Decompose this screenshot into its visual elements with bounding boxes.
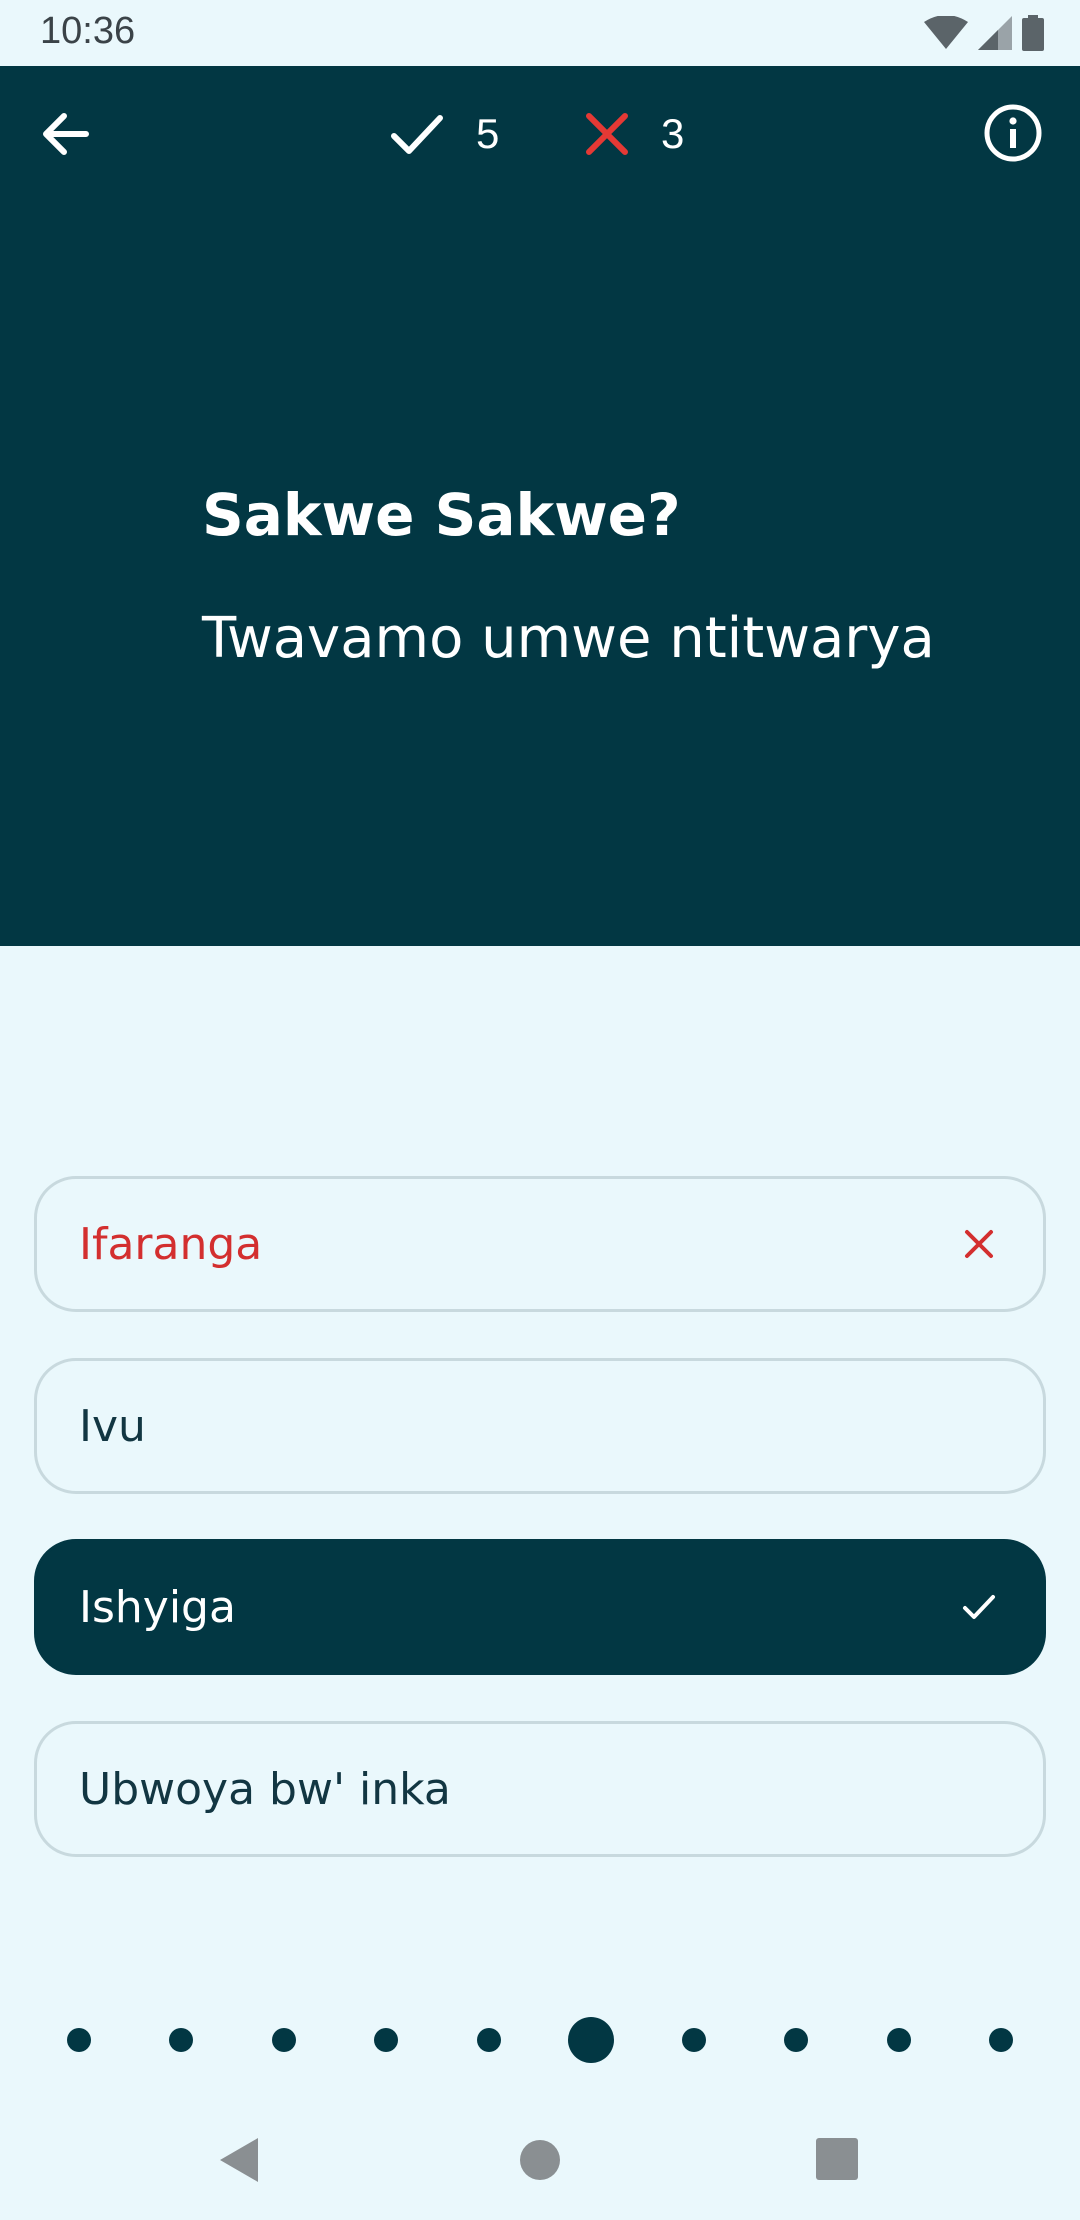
- signal-icon: [978, 16, 1012, 50]
- progress-dot: [374, 2028, 399, 2052]
- progress-dot: [476, 2028, 501, 2052]
- nav-home-button[interactable]: [510, 2130, 570, 2190]
- checkmark-icon: [391, 115, 443, 154]
- question-title: Sakwe Sakwe?: [202, 481, 681, 549]
- progress-dot-active: [568, 2017, 615, 2063]
- nav-back-icon: [220, 2138, 258, 2182]
- progress-dot: [989, 2028, 1013, 2052]
- quiz-header: 5 3 Sakwe Sakwe? Twavamo umwe ntitwarya: [0, 66, 1080, 946]
- battery-icon: [1022, 15, 1044, 51]
- option-label: Ivu: [79, 1400, 146, 1452]
- option-ivu[interactable]: Ivu: [34, 1358, 1046, 1494]
- option-ishyiga[interactable]: Ishyiga: [34, 1539, 1046, 1675]
- option-ubwoya[interactable]: Ubwoya bw' inka: [34, 1721, 1046, 1857]
- status-time: 10:36: [40, 10, 136, 52]
- option-ifaranga[interactable]: Ifaranga: [34, 1176, 1046, 1312]
- progress-dot: [67, 2028, 91, 2052]
- progress-dots: [0, 2010, 1080, 2070]
- info-icon: [984, 104, 1042, 162]
- arrow-left-icon: [43, 113, 89, 155]
- progress-dot: [681, 2028, 706, 2052]
- progress-dot: [784, 2028, 809, 2052]
- correct-mark-icon: [963, 1595, 995, 1619]
- option-label: Ubwoya bw' inka: [79, 1763, 451, 1815]
- option-label: Ifaranga: [79, 1218, 263, 1270]
- back-button[interactable]: [36, 104, 96, 164]
- correct-score: 5: [390, 104, 499, 164]
- wifi-icon: [924, 16, 968, 49]
- progress-dot: [886, 2028, 911, 2052]
- info-button[interactable]: [982, 102, 1044, 164]
- wrong-mark-icon: [965, 1230, 993, 1258]
- progress-dot: [169, 2028, 194, 2052]
- status-icons: [924, 14, 1044, 52]
- cross-icon: [586, 113, 628, 155]
- wrong-count: 3: [661, 110, 685, 157]
- system-nav-bar: [0, 2100, 1080, 2220]
- nav-back-button[interactable]: [210, 2130, 270, 2190]
- option-label: Ishyiga: [79, 1581, 236, 1633]
- wrong-score: 3: [585, 104, 684, 164]
- nav-home-icon: [520, 2140, 560, 2180]
- status-bar: 10:36: [0, 0, 1080, 66]
- nav-recents-button[interactable]: [808, 2130, 868, 2190]
- correct-count: 5: [476, 110, 500, 157]
- riddle-text: Twavamo umwe ntitwarya: [202, 606, 935, 671]
- progress-dot: [271, 2028, 296, 2052]
- nav-recents-icon: [816, 2138, 858, 2180]
